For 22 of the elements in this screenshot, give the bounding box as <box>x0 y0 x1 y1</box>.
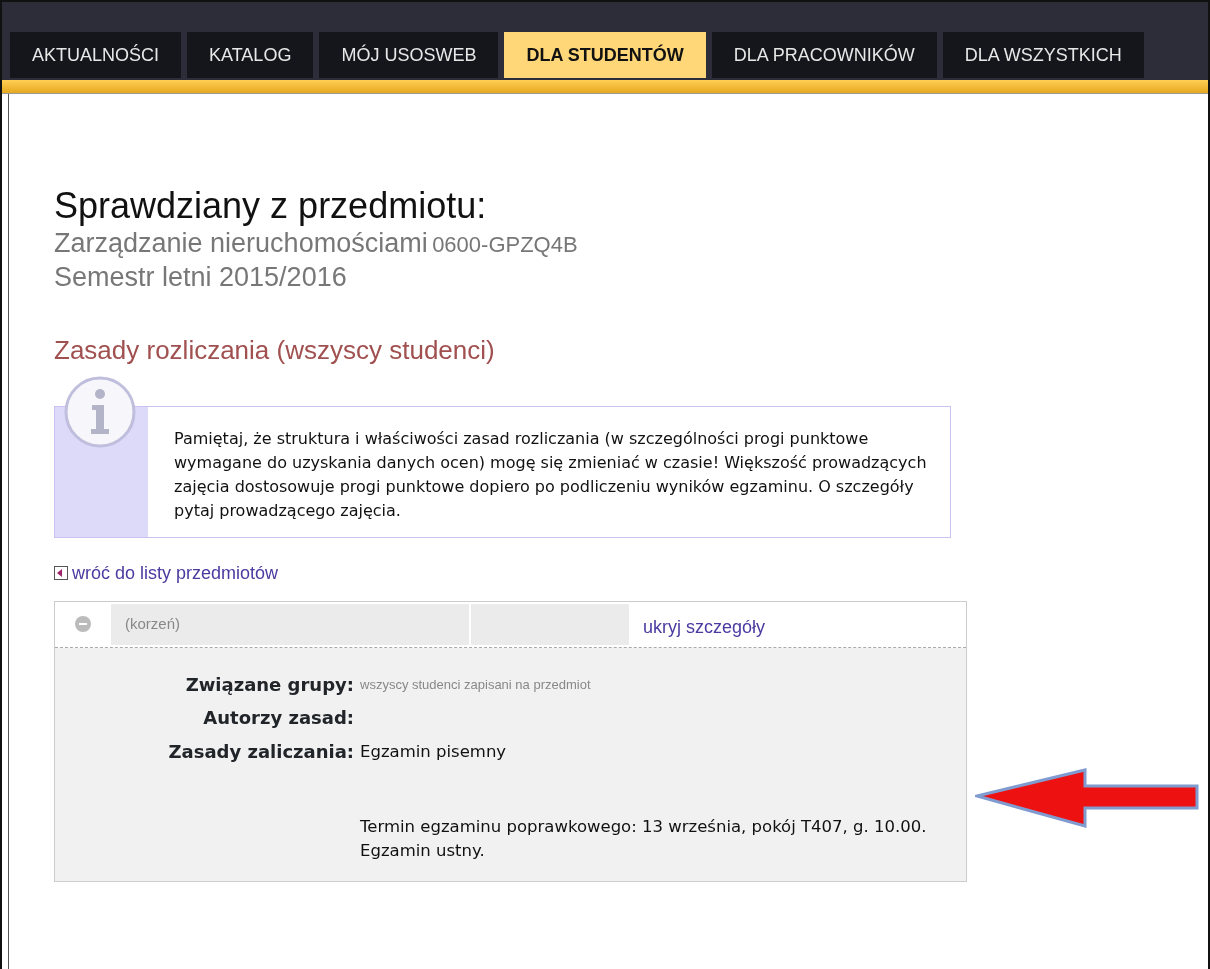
section-heading: Zasady rozliczania (wszyscy studenci) <box>54 334 496 366</box>
back-link[interactable]: wróć do listy przedmiotów <box>72 559 279 587</box>
course-name: Zarządzanie nieruchomościami <box>54 228 428 259</box>
info-icon <box>63 374 137 449</box>
semester-label: Semestr letni 2015/2016 <box>54 260 348 294</box>
info-text: Pamiętaj, że struktura i właściwości zasad rozliczania (w szczególności progi punktowe wymagane do uzyskania danych ocen) mogę się zmieniać w czasie! Większość prowadzących zajęcia dostosowuje progi punktowe dopiero po podliczeniu wyników egzaminu. O szczegóły pytaj prowadzącego zajęcia. <box>173 427 928 522</box>
page-title: Sprawdziany z przedmiotu: <box>54 184 488 228</box>
detail-value: Egzamin pisemny <box>360 740 508 763</box>
hide-details-link[interactable]: ukryj szczegóły <box>629 601 780 647</box>
detail-label: Autorzy zasad: <box>202 705 355 730</box>
nav-tab[interactable]: DLA WSZYSTKICH <box>942 32 1144 78</box>
detail-value: Termin egzaminu poprawkowego: 13 września, pokój T407, g. 10.00. Egzamin ustny. <box>360 815 928 862</box>
nav-tab[interactable]: DLA STUDENTÓW <box>504 32 706 78</box>
course-code: 0600-GPZQ4B <box>432 232 578 258</box>
nav-tab[interactable]: KATALOG <box>187 32 314 78</box>
nav-tab[interactable]: DLA PRACOWNIKÓW <box>711 32 937 78</box>
detail-value: wszyscy studenci zapisani na przedmiot <box>360 675 592 694</box>
detail-label: Zasady zaliczania: <box>167 739 355 764</box>
nav-tab[interactable]: MÓJ USOSWEB <box>319 32 499 78</box>
detail-label: Związane grupy: <box>184 672 355 697</box>
nav-tab[interactable]: AKTUALNOŚCI <box>10 32 182 78</box>
collapse-icon[interactable] <box>75 616 91 633</box>
